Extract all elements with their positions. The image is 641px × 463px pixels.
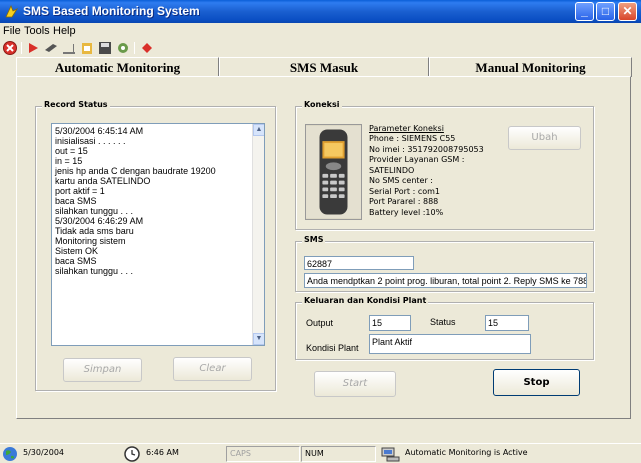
diamond-icon[interactable]: [139, 40, 155, 56]
stop-icon[interactable]: [2, 40, 18, 56]
list-item: port aktif = 1: [55, 186, 105, 196]
list-item: Sistem OK: [55, 246, 99, 256]
tab-sms-masuk[interactable]: SMS Masuk: [219, 57, 429, 77]
list-item: in = 15: [55, 156, 83, 166]
tab-strip: Automatic Monitoring SMS Masuk Manual Mo…: [16, 57, 632, 77]
menu-help[interactable]: Help: [53, 25, 76, 37]
status-message: Automatic Monitoring is Active: [405, 448, 528, 457]
simpan-button[interactable]: Simpan: [63, 358, 142, 382]
clock-icon: [124, 446, 140, 462]
minimize-button[interactable]: _: [575, 2, 594, 21]
save-icon[interactable]: [97, 40, 113, 56]
status-field[interactable]: 15: [485, 315, 529, 331]
folder-icon[interactable]: [61, 40, 77, 56]
title-bar: SMS Based Monitoring System _ □ ✕: [0, 0, 641, 23]
tab-automatic-monitoring[interactable]: Automatic Monitoring: [16, 57, 219, 77]
tab-manual-monitoring[interactable]: Manual Monitoring: [429, 57, 632, 77]
status-date: 5/30/2004: [23, 448, 65, 457]
record-status-title: Record Status: [42, 100, 110, 109]
list-item: Monitoring sistem: [55, 236, 126, 246]
plant-title: Keluaran dan Kondisi Plant: [302, 296, 429, 305]
sms-number-field[interactable]: 62887: [304, 256, 414, 270]
kondisi-plant-field[interactable]: Plant Aktif: [369, 334, 531, 354]
list-item: 5/30/2004 6:45:14 AM: [55, 126, 144, 136]
list-item: kartu anda SATELINDO: [55, 176, 151, 186]
status-label: Status: [430, 317, 456, 327]
parameter-koneksi-heading: Parameter Koneksi: [369, 124, 444, 133]
maximize-button[interactable]: □: [596, 2, 615, 21]
sms-icon[interactable]: [43, 40, 59, 56]
list-item: 5/30/2004 6:46:29 AM: [55, 216, 144, 226]
list-item: baca SMS: [55, 196, 97, 206]
phone-image: [305, 124, 362, 220]
koneksi-line: Phone : SIEMENS C55: [369, 134, 456, 143]
status-caps: CAPS: [226, 446, 300, 462]
app-icon: [5, 4, 19, 18]
globe-icon: [3, 447, 17, 461]
output-label: Output: [306, 318, 334, 328]
koneksi-line: No SMS center :: [369, 176, 433, 185]
status-bar: 5/30/2004 6:46 AM CAPS NUM Automatic Mon…: [0, 443, 641, 463]
menu-bar: File Tools Help: [0, 23, 641, 39]
stop-button[interactable]: Stop: [493, 369, 580, 396]
koneksi-line: Provider Layanan GSM :: [369, 155, 465, 164]
koneksi-line: SATELINDO: [369, 165, 415, 175]
kondisi-plant-label: Kondisi Plant: [306, 343, 359, 353]
koneksi-line: Battery level :10%: [369, 207, 444, 217]
status-time: 6:46 AM: [146, 448, 179, 457]
list-item: inisialisasi . . . . . .: [55, 136, 126, 146]
koneksi-parameters: Phone : SIEMENS C55 No imei : 35179200879…: [369, 134, 484, 218]
menu-tools[interactable]: Tools: [24, 25, 50, 37]
user-icon[interactable]: [79, 40, 95, 56]
clear-button[interactable]: Clear: [173, 357, 252, 381]
close-button[interactable]: ✕: [618, 2, 637, 21]
list-item: out = 15: [55, 146, 88, 156]
toolbar: [0, 39, 641, 57]
start-button[interactable]: Start: [314, 371, 396, 397]
koneksi-line: No imei : 351792008795053: [369, 144, 484, 154]
scroll-down-icon[interactable]: ▼: [253, 333, 264, 345]
list-item: Tidak ada sms baru: [55, 226, 134, 236]
list-item: jenis hp anda C dengan baudrate 19200: [55, 166, 216, 176]
status-num: NUM: [301, 446, 376, 462]
window-title: SMS Based Monitoring System: [23, 4, 200, 18]
output-field[interactable]: 15: [369, 315, 411, 331]
scroll-up-icon[interactable]: ▲: [253, 124, 264, 136]
play-icon[interactable]: [25, 40, 41, 56]
menu-file[interactable]: File: [3, 25, 21, 37]
ubah-button[interactable]: Ubah: [508, 126, 581, 150]
koneksi-line: Serial Port : com1: [369, 186, 440, 196]
list-item: baca SMS: [55, 256, 97, 266]
vertical-scrollbar[interactable]: ▲ ▼: [252, 124, 264, 345]
list-item: silahkan tunggu . . .: [55, 266, 134, 276]
koneksi-line: Port Pararel : 888: [369, 197, 439, 206]
list-item: silahkan tunggu . . .: [55, 206, 134, 216]
sms-title: SMS: [302, 235, 326, 244]
record-status-list[interactable]: 5/30/2004 6:45:14 AM inisialisasi . . . .…: [51, 123, 265, 346]
sms-message-field[interactable]: Anda mendptkan 2 point prog. liburan, to…: [304, 273, 587, 288]
tool-icon[interactable]: [115, 40, 131, 56]
koneksi-title: Koneksi: [302, 100, 342, 109]
computer-icon: [381, 447, 400, 462]
